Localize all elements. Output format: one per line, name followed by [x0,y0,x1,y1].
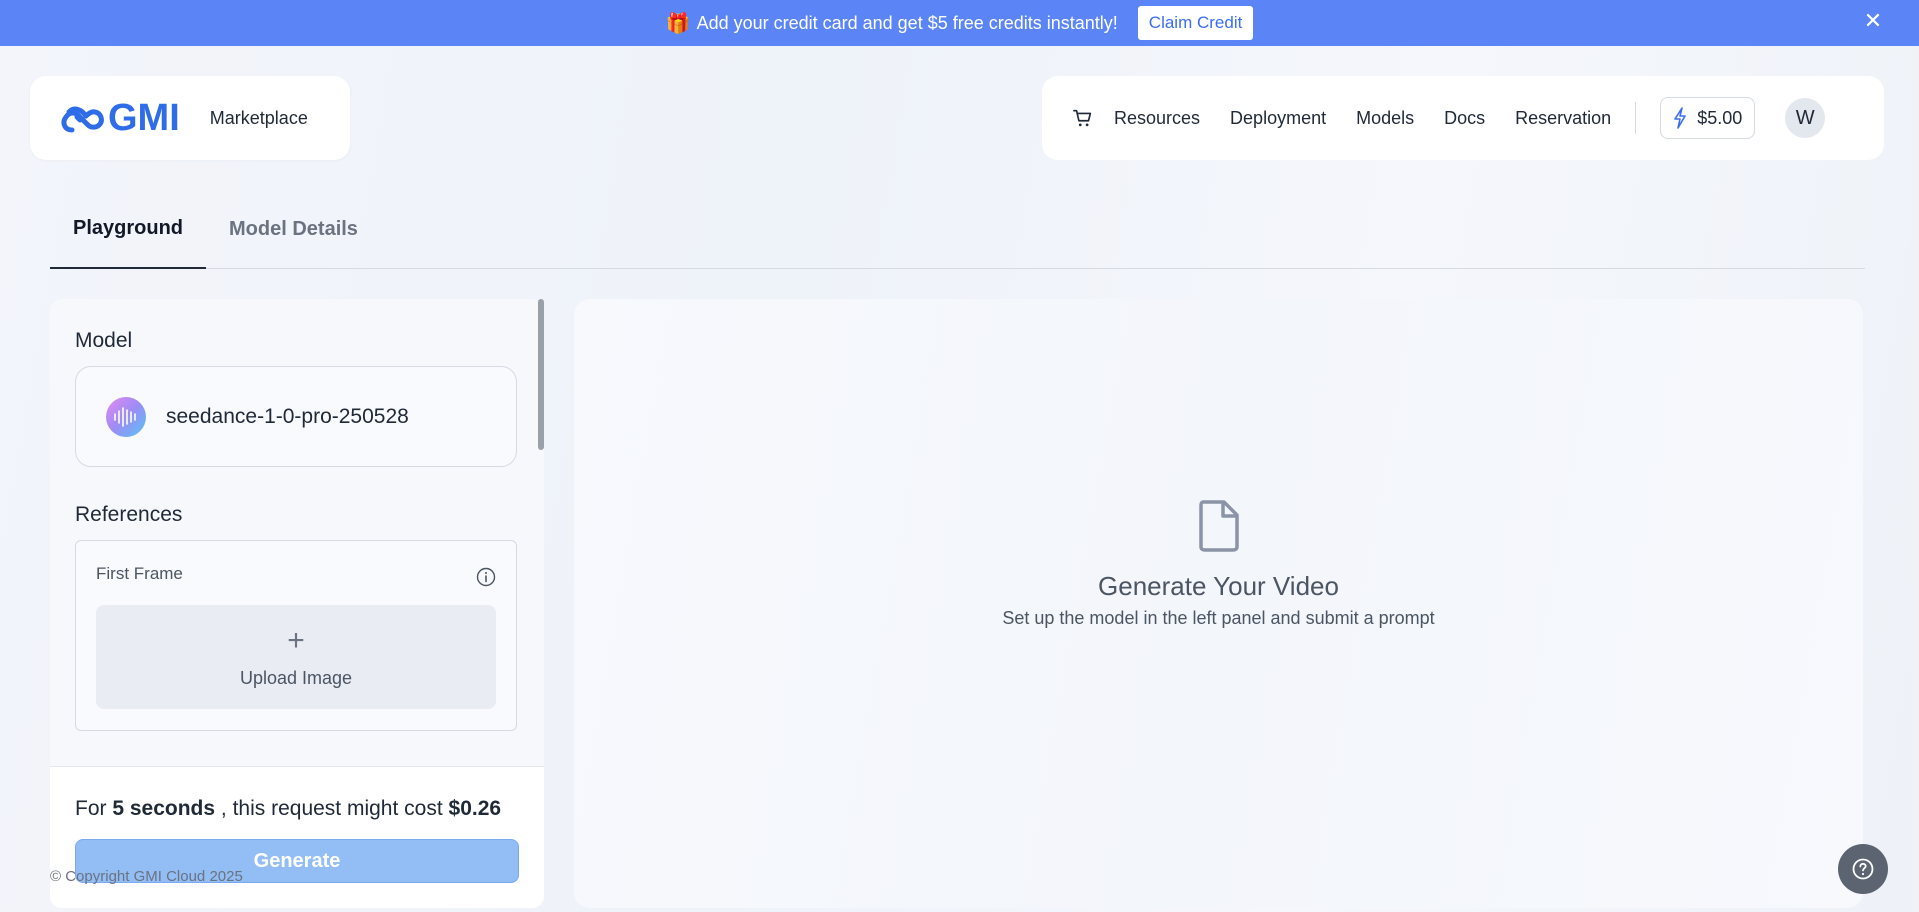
model-section-label: Model [75,329,133,352]
cost-price: $0.26 [448,797,502,820]
empty-state: Generate Your Video Set up the model in … [574,499,1863,629]
cloud-logo-icon [61,106,104,133]
cost-estimate: For 5 seconds , this request might cost … [75,797,501,821]
gift-icon: 🎁 [665,12,691,35]
logo-text: GMI [108,96,180,139]
panel-scrollbar[interactable] [538,299,544,450]
model-waveform-icon [106,396,146,437]
document-icon [1198,500,1239,552]
close-icon[interactable]: ✕ [1863,10,1883,32]
upload-image-label: Upload Image [239,667,353,688]
marketplace-link[interactable]: Marketplace [210,108,308,129]
video-output-panel: Generate Your Video Set up the model in … [574,299,1863,908]
cost-duration: 5 seconds [112,797,216,820]
model-selector[interactable]: seedance-1-0-pro-250528 [75,366,517,467]
model-name: seedance-1-0-pro-250528 [166,404,409,428]
tab-bar: Playground Model Details [50,210,1865,269]
empty-state-subtitle: Set up the model in the left panel and s… [1002,608,1435,628]
help-icon [1852,858,1874,880]
balance-amount: $5.00 [1697,107,1743,128]
balance-button[interactable]: $5.00 [1660,97,1756,139]
nav-resources[interactable]: Resources [1114,108,1200,129]
references-section-label: References [75,503,183,526]
promo-banner: 🎁 Add your credit card and get $5 free c… [0,0,1919,46]
generate-footer: For 5 seconds , this request might cost … [50,766,544,908]
claim-credit-button[interactable]: Claim Credit [1137,6,1254,40]
first-frame-card: First Frame + Upload Image [75,540,517,731]
page-scrollbar[interactable] [1911,46,1919,912]
banner-text: Add your credit card and get $5 free cre… [696,12,1118,33]
first-frame-label: First Frame [96,564,183,583]
copyright-text: © Copyright GMI Cloud 2025 [50,868,243,885]
tab-model-details[interactable]: Model Details [206,210,381,269]
gmi-logo[interactable]: GMI [60,97,180,140]
cost-prefix: For [75,797,107,820]
nav-deployment[interactable]: Deployment [1230,108,1326,129]
plus-icon: + [287,623,305,657]
logo-card: GMI Marketplace [30,76,350,160]
avatar[interactable]: W [1785,98,1826,138]
nav-reservation[interactable]: Reservation [1515,108,1611,129]
tab-playground[interactable]: Playground [50,210,207,269]
cost-middle: , this request might cost [220,797,443,820]
empty-state-title: Generate Your Video [1098,571,1339,601]
settings-panel: Model seedance-1-0-pro-250528 References… [50,299,544,908]
help-button[interactable] [1838,844,1888,894]
top-nav: Resources Deployment Models Docs Reserva… [1042,76,1884,160]
info-icon[interactable] [476,567,496,587]
nav-divider [1635,102,1637,134]
nav-models[interactable]: Models [1356,108,1414,129]
cart-icon[interactable] [1072,107,1094,129]
nav-docs[interactable]: Docs [1444,108,1485,129]
upload-image-dropzone[interactable]: + Upload Image [96,605,496,709]
lightning-icon [1674,107,1686,129]
